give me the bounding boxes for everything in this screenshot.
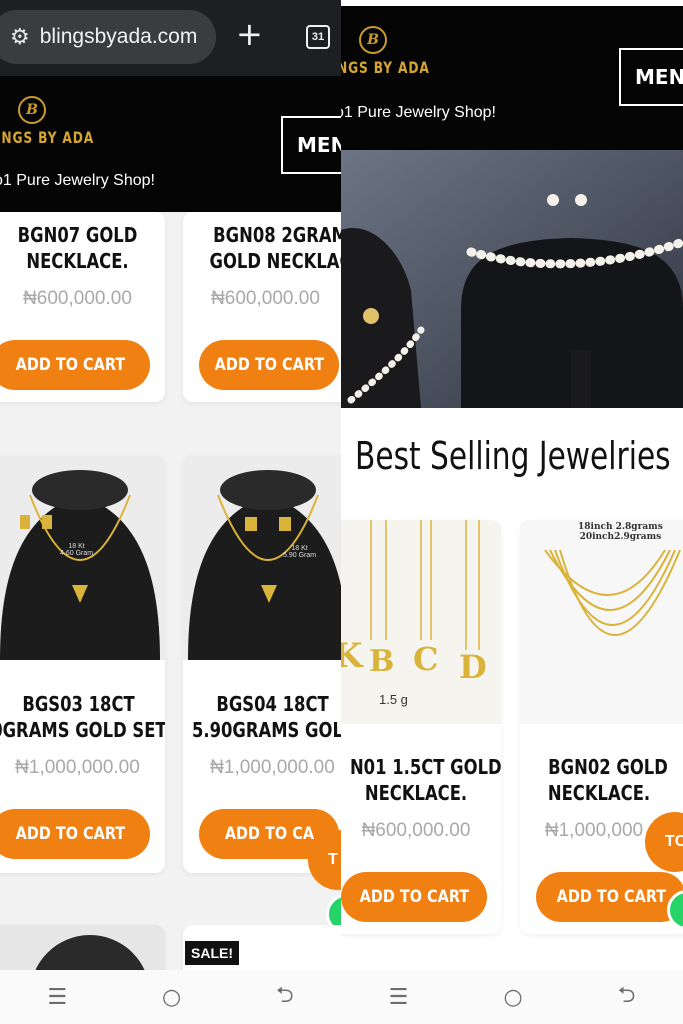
tab-switcher-button[interactable]: 31 — [306, 25, 330, 49]
add-to-cart-button[interactable]: ADD TO CART — [341, 872, 487, 922]
product-title-line1[interactable]: N01 1.5CT GOLD — [350, 754, 501, 780]
logo-text: NGS BY ADA — [341, 58, 430, 77]
hero-banner[interactable] — [341, 150, 683, 408]
menu-button[interactable]: MENU — [619, 48, 683, 106]
product-card[interactable]: 18inch 2.8grams 20inch2.9grams BGN02 GOLD… — [520, 520, 683, 934]
product-title-line2[interactable]: NECKLACE. — [6, 248, 150, 274]
site-header: B NGS BY ADA o1 Pure Jewelry Shop! MENU — [341, 0, 683, 150]
section-title: Best Selling Jewelries — [355, 434, 671, 478]
add-to-cart-button[interactable]: ADD TO CART — [0, 809, 150, 859]
logo-text: INGS BY ADA — [0, 128, 95, 147]
site-logo[interactable]: B NGS BY ADA — [341, 26, 446, 77]
tune-icon[interactable]: ⚙ — [10, 25, 30, 50]
product-title-line2[interactable]: 5.90GRAMS GOLI — [191, 717, 341, 743]
home-icon[interactable]: ○ — [162, 985, 181, 1010]
back-icon[interactable]: ⮌ — [618, 978, 636, 1016]
home-icon[interactable]: ○ — [503, 985, 522, 1010]
pendant-letter: D — [459, 648, 487, 686]
left-screenshot: ⚙ blingsbyada.com + 31 B INGS BY ADA o1 … — [0, 0, 341, 1024]
product-title-line1[interactable]: BGN08 2GRAM — [209, 222, 341, 248]
pendant-letter: B — [369, 644, 395, 679]
logo-mark: B — [359, 26, 387, 54]
sale-badge: SALE! — [185, 941, 239, 965]
plus-icon[interactable]: + — [236, 18, 263, 50]
product-title-line1[interactable]: BGS03 18CT — [8, 691, 150, 717]
product-image[interactable]: 18inch 2.8grams 20inch2.9grams — [520, 520, 683, 724]
product-price: ₦600,000.00 — [211, 288, 320, 309]
product-image[interactable]: 18 Kt 4.60 Gram — [0, 455, 165, 660]
menu-button[interactable]: MENU — [281, 116, 341, 174]
site-header: B INGS BY ADA o1 Pure Jewelry Shop! MENU — [0, 76, 341, 212]
site-tagline: o1 Pure Jewelry Shop! — [341, 104, 496, 121]
product-title-line2[interactable]: NECKLACE. — [520, 780, 682, 806]
product-title-line1[interactable]: BGN07 GOLD — [6, 222, 150, 248]
add-to-cart-button[interactable]: ADD TO CART — [536, 872, 683, 922]
product-card[interactable]: BGN07 GOLD NECKLACE. ₦600,000.00 ADD TO … — [0, 212, 165, 402]
recents-icon[interactable]: ☰ — [47, 985, 67, 1010]
android-nav-bar: ☰ ○ ⮌ — [341, 970, 683, 1024]
product-card[interactable]: 18 Kt 5.90 Gram BGS04 18CT 5.90GRAMS GOLI… — [183, 455, 341, 873]
product-price: ₦600,000.00 — [23, 288, 132, 309]
back-icon[interactable]: ⮌ — [276, 978, 294, 1016]
necklace-bust-image — [183, 455, 341, 660]
product-image[interactable]: K B C D 1.5 g — [341, 520, 501, 724]
product-image[interactable]: 18 Kt 5.90 Gram — [183, 455, 341, 660]
url-text[interactable]: blingsbyada.com — [40, 25, 198, 49]
add-to-cart-button[interactable]: ADD TO CART — [199, 340, 339, 390]
recents-icon[interactable]: ☰ — [389, 985, 409, 1010]
letter-pendants-image — [341, 520, 501, 724]
weight-label: 18 Kt 5.90 Gram — [283, 545, 317, 559]
android-nav-bar: ☰ ○ ⮌ — [0, 970, 341, 1024]
weight-label: 1.5 g — [379, 692, 408, 707]
right-screenshot: B NGS BY ADA o1 Pure Jewelry Shop! MENU … — [341, 0, 683, 1024]
address-bar[interactable]: ⚙ blingsbyada.com — [0, 10, 216, 64]
site-logo[interactable]: B INGS BY ADA — [0, 96, 111, 147]
product-price: ₦600,000.00 — [361, 820, 471, 841]
product-card[interactable]: BGN08 2GRAM GOLD NECKLAC ₦600,000.00 ADD… — [183, 212, 341, 402]
product-title-line1[interactable]: BGN02 GOLD — [533, 754, 683, 780]
product-card[interactable]: 18 Kt 4.60 Gram BGS03 18CT 0GRAMS GOLD SE… — [0, 455, 165, 873]
weight-label: 18 Kt 4.60 Gram — [60, 543, 94, 557]
product-title-line2[interactable]: 0GRAMS GOLD SET — [0, 717, 165, 743]
logo-mark: B — [18, 96, 46, 124]
necklace-bust-image — [0, 455, 165, 660]
product-title-line2[interactable]: NECKLACE. — [346, 780, 485, 806]
pendant-letter: K — [341, 636, 363, 676]
product-card[interactable]: K B C D 1.5 g N01 1.5CT GOLD NECKLACE. ₦… — [341, 520, 501, 934]
weight-label: 18inch 2.8grams 20inch2.9grams — [578, 522, 663, 542]
pearl-necklace-image — [341, 150, 683, 408]
product-title-line1[interactable]: BGS04 18CT — [194, 691, 341, 717]
site-tagline: o1 Pure Jewelry Shop! — [0, 172, 155, 189]
product-price: ₦1,000,000.00 — [210, 757, 335, 778]
gold-chains-image — [520, 520, 683, 724]
pendant-letter: C — [413, 640, 439, 678]
add-to-cart-button[interactable]: ADD TO CART — [0, 340, 150, 390]
browser-toolbar: ⚙ blingsbyada.com + 31 — [0, 0, 341, 76]
product-price: ₦1,000,000.00 — [15, 757, 140, 778]
product-title-line2[interactable]: GOLD NECKLAC — [209, 248, 341, 274]
